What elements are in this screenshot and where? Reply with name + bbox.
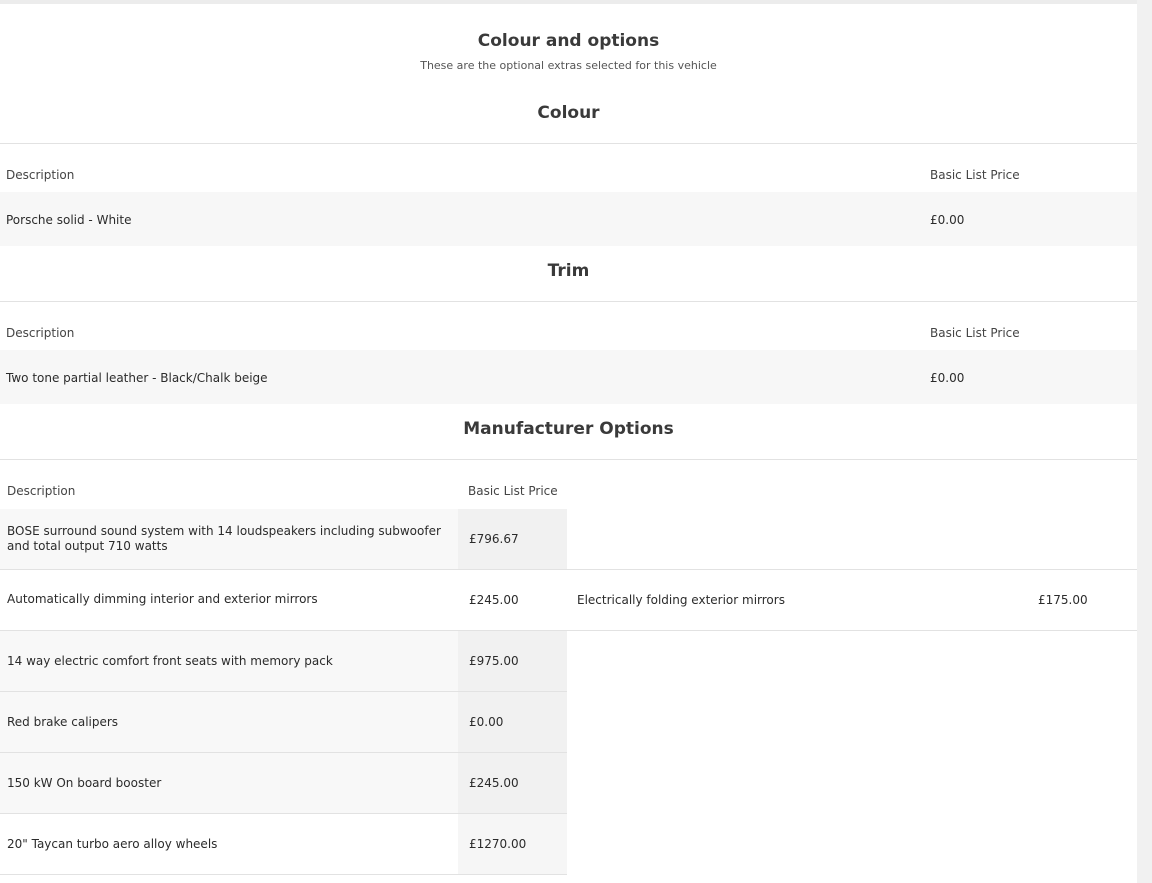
divider (0, 301, 1137, 302)
option-description: Automatically dimming interior and exter… (7, 592, 318, 606)
scrollbar-track[interactable] (1137, 0, 1152, 883)
colour-description-header: Description (6, 168, 75, 182)
trim-row: Two tone partial leather - Black/Chalk b… (0, 350, 1137, 404)
options-description-header: Description (7, 484, 76, 498)
option-price: £245.00 (469, 776, 519, 790)
option-description: 150 kW On board booster (7, 776, 162, 790)
options-price-header: Basic List Price (468, 484, 558, 498)
colour-price-header: Basic List Price (930, 168, 1020, 182)
colour-price: £0.00 (930, 213, 965, 227)
trim-section-title: Trim (547, 261, 590, 281)
option-price: £796.67 (469, 532, 519, 546)
option-description: Red brake calipers (7, 715, 119, 729)
option-price: £0.00 (469, 715, 504, 729)
options-panel: Colour and options These are the optiona… (0, 4, 1137, 883)
colour-row: Porsche solid - White £0.00 (0, 192, 1137, 246)
option-description: 14 way electric comfort front seats with… (7, 654, 333, 668)
row-divider (0, 569, 1137, 570)
divider (0, 143, 1137, 144)
option-description: BOSE surround sound system with 14 louds… (7, 524, 441, 553)
trim-description: Two tone partial leather - Black/Chalk b… (6, 371, 268, 385)
option-description: 20" Taycan turbo aero alloy wheels (7, 837, 218, 851)
colour-description: Porsche solid - White (6, 213, 132, 227)
colour-section-title: Colour (537, 103, 600, 123)
option-price-extra: £175.00 (1038, 593, 1088, 607)
divider (0, 459, 1137, 460)
trim-description-header: Description (6, 326, 75, 340)
option-price: £1270.00 (469, 837, 527, 851)
option-description-extra: Electrically folding exterior mirrors (577, 593, 785, 607)
page-title: Colour and options (477, 31, 660, 51)
manufacturer-options-section-title: Manufacturer Options (463, 419, 674, 439)
page-subtitle: These are the optional extras selected f… (420, 59, 717, 72)
trim-price: £0.00 (930, 371, 965, 385)
trim-price-header: Basic List Price (930, 326, 1020, 340)
option-price: £245.00 (469, 593, 519, 607)
row-divider (0, 874, 567, 875)
option-price: £975.00 (469, 654, 519, 668)
